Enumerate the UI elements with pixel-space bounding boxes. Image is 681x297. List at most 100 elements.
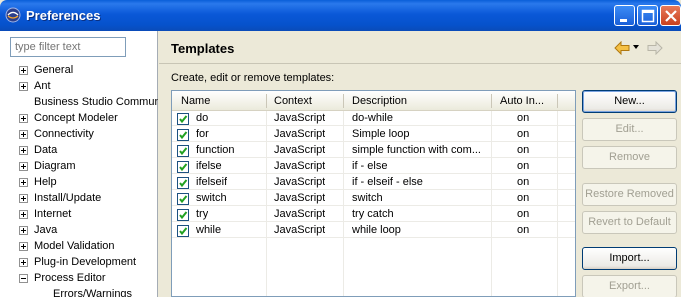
column-header-context[interactable]: Context (274, 95, 344, 107)
remove-button[interactable]: Remove (582, 146, 677, 169)
checkmark-icon (179, 147, 188, 156)
table-row[interactable]: switch JavaScript switch on (172, 191, 575, 206)
window-title: Preferences (26, 8, 101, 23)
cell-description: try catch (352, 208, 394, 220)
tree-item-process-editor[interactable]: Process Editor (0, 271, 158, 287)
revert-to-default-button[interactable]: Revert to Default (582, 211, 677, 234)
column-header-name[interactable]: Name (181, 95, 261, 107)
cell-description: simple function with com... (352, 144, 481, 156)
restore-removed-button[interactable]: Restore Removed (582, 183, 677, 206)
expand-icon[interactable] (19, 210, 28, 219)
column-header-description[interactable]: Description (352, 95, 492, 107)
cell-description: if - elseif - else (352, 176, 423, 188)
filter-input[interactable] (10, 37, 126, 57)
expand-icon[interactable] (19, 146, 28, 155)
cell-name: switch (196, 192, 227, 204)
expand-icon[interactable] (19, 242, 28, 251)
preferences-tree-pane: General Ant Business Studio Communi Conc… (0, 31, 158, 297)
new-button[interactable]: New... (582, 90, 677, 113)
close-button[interactable] (660, 5, 681, 26)
tree-item-connectivity[interactable]: Connectivity (0, 127, 158, 143)
maximize-button[interactable] (637, 5, 658, 26)
preferences-tree: General Ant Business Studio Communi Conc… (0, 63, 158, 297)
cell-name: function (196, 144, 235, 156)
expand-icon[interactable] (19, 82, 28, 91)
cell-description: switch (352, 192, 383, 204)
cell-context: JavaScript (274, 224, 326, 236)
enabled-checkbox[interactable] (177, 145, 189, 157)
enabled-checkbox[interactable] (177, 225, 189, 237)
edit-button[interactable]: Edit... (582, 118, 677, 141)
enabled-checkbox[interactable] (177, 209, 189, 221)
checkmark-icon (179, 211, 188, 220)
tree-item-ant[interactable]: Ant (0, 79, 158, 95)
export-button[interactable]: Export... (582, 275, 677, 297)
cell-context: JavaScript (274, 112, 326, 124)
tree-item-business-studio[interactable]: Business Studio Communi (0, 95, 158, 111)
cell-description: if - else (352, 160, 388, 172)
cell-name: ifelse (196, 160, 222, 172)
expand-icon[interactable] (19, 66, 28, 75)
cell-name: ifelseif (196, 176, 228, 188)
tree-item-concept-modeler[interactable]: Concept Modeler (0, 111, 158, 127)
cell-auto-insert: on (517, 192, 530, 204)
back-arrow-icon[interactable] (614, 41, 630, 55)
expand-icon[interactable] (19, 114, 28, 123)
table-row[interactable]: try JavaScript try catch on (172, 207, 575, 222)
cell-name: while (196, 224, 222, 236)
import-button[interactable]: Import... (582, 247, 677, 270)
history-dropdown-icon[interactable] (633, 45, 639, 49)
expand-icon[interactable] (19, 162, 28, 171)
enabled-checkbox[interactable] (177, 113, 189, 125)
cell-auto-insert: on (517, 112, 530, 124)
tree-item-help[interactable]: Help (0, 175, 158, 191)
eclipse-icon (5, 7, 21, 23)
cell-name: for (196, 128, 209, 140)
forward-arrow-icon (647, 41, 663, 55)
page-title: Templates (171, 41, 235, 56)
column-header-auto-insert[interactable]: Auto In... (500, 95, 552, 107)
tree-item-diagram[interactable]: Diagram (0, 159, 158, 175)
minimize-button[interactable] (614, 5, 635, 26)
tree-item-errors-warnings[interactable]: Errors/Warnings (0, 287, 158, 297)
tree-item-model-validation[interactable]: Model Validation (0, 239, 158, 255)
tree-item-general[interactable]: General (0, 63, 158, 79)
cell-auto-insert: on (517, 160, 530, 172)
tree-item-data[interactable]: Data (0, 143, 158, 159)
enabled-checkbox[interactable] (177, 129, 189, 141)
templates-page: Templates Create, edit or remove templat… (159, 31, 681, 297)
checkmark-icon (179, 131, 188, 140)
collapse-icon[interactable] (19, 274, 28, 283)
enabled-checkbox[interactable] (177, 161, 189, 173)
cell-context: JavaScript (274, 128, 326, 140)
expand-icon[interactable] (19, 130, 28, 139)
checkmark-icon (179, 227, 188, 236)
tree-item-internet[interactable]: Internet (0, 207, 158, 223)
close-icon (665, 10, 677, 22)
cell-description: do-while (352, 112, 393, 124)
expand-icon[interactable] (19, 258, 28, 267)
expand-icon[interactable] (19, 226, 28, 235)
cell-auto-insert: on (517, 176, 530, 188)
table-row[interactable]: ifelseif JavaScript if - elseif - else o… (172, 175, 575, 190)
header-divider (159, 63, 681, 64)
expand-icon[interactable] (19, 178, 28, 187)
cell-context: JavaScript (274, 176, 326, 188)
minimize-icon (620, 19, 627, 22)
enabled-checkbox[interactable] (177, 193, 189, 205)
cell-description: while loop (352, 224, 401, 236)
table-row[interactable]: do JavaScript do-while on (172, 111, 575, 126)
checkmark-icon (179, 115, 188, 124)
window-titlebar[interactable]: Preferences (0, 0, 681, 31)
table-row[interactable]: while JavaScript while loop on (172, 223, 575, 238)
cell-description: Simple loop (352, 128, 410, 140)
expand-icon[interactable] (19, 194, 28, 203)
tree-item-plugin-development[interactable]: Plug-in Development (0, 255, 158, 271)
table-row[interactable]: ifelse JavaScript if - else on (172, 159, 575, 174)
templates-table[interactable]: Name Context Description Auto In... do J… (171, 90, 576, 297)
enabled-checkbox[interactable] (177, 177, 189, 189)
tree-item-install-update[interactable]: Install/Update (0, 191, 158, 207)
table-row[interactable]: for JavaScript Simple loop on (172, 127, 575, 142)
tree-item-java[interactable]: Java (0, 223, 158, 239)
table-row[interactable]: function JavaScript simple function with… (172, 143, 575, 158)
